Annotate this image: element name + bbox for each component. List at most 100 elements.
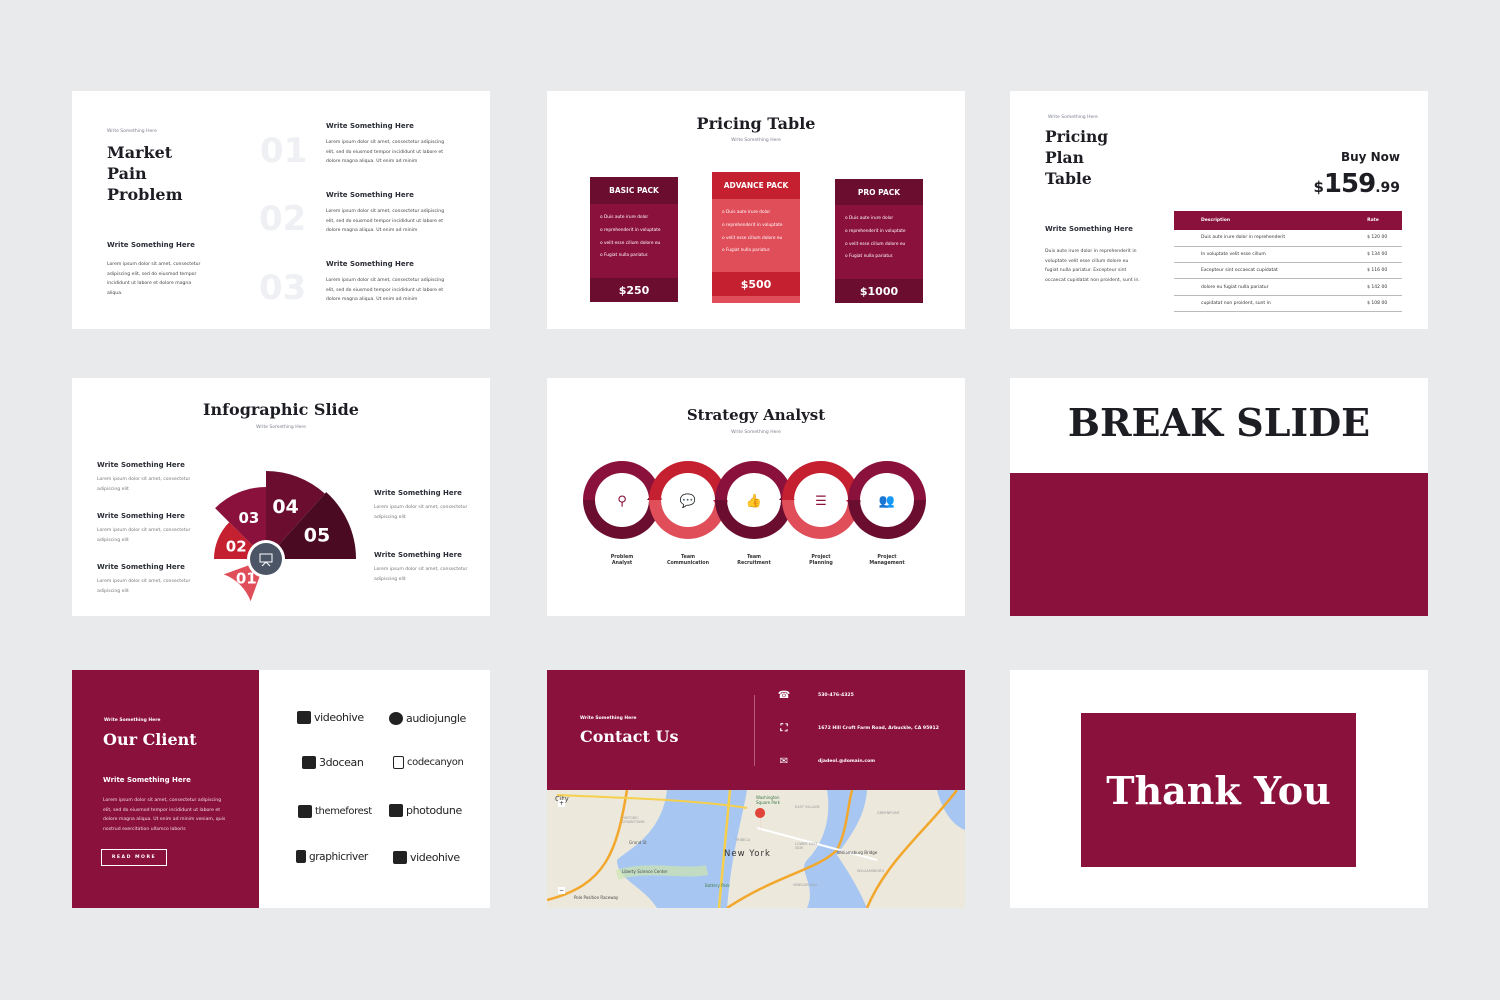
step-label: Team Communication <box>658 555 718 567</box>
client-logo[interactable]: videohive <box>297 711 364 724</box>
codecanyon-icon <box>393 756 404 769</box>
zoom-in-button[interactable]: + <box>558 800 565 807</box>
slide-pricing-table[interactable]: Pricing Table Write Something Here BASIC… <box>547 91 965 329</box>
videohive-icon <box>297 711 311 724</box>
strategy-ring: 👥 <box>848 461 926 539</box>
logo-text: 3docean <box>319 756 364 769</box>
title-line: Plan <box>1045 148 1084 167</box>
cell: $ 134 00 <box>1367 246 1402 264</box>
pricing-card-basic[interactable]: BASIC PACK Duis aute irure dolor reprehe… <box>590 177 678 302</box>
map-icon: ⛶ <box>780 723 788 734</box>
cell: $ 108 00 <box>1367 295 1402 312</box>
title-line: Market <box>107 143 173 162</box>
client-logo[interactable]: videohive <box>393 851 460 864</box>
client-logo[interactable]: 3docean <box>302 756 364 769</box>
slide-infographic[interactable]: Infographic Slide Write Something Here W… <box>72 378 490 616</box>
item-heading: Write Something Here <box>326 122 414 130</box>
item-number: 03 <box>259 268 307 308</box>
client-logo[interactable]: photodune <box>389 804 462 817</box>
slide-thank-you[interactable]: Thank You <box>1010 670 1428 908</box>
price: $ 159 .99 <box>1313 169 1400 199</box>
slide-title: Our Client <box>103 730 197 749</box>
slide-our-client[interactable]: Write Something Here Our Client Write So… <box>72 670 490 908</box>
label-line: Planning <box>809 561 833 566</box>
map-label: Williamsburg Bridge <box>837 850 878 855</box>
pricing-card-pro[interactable]: PRO PACK Duis aute irure dolor reprehend… <box>835 179 923 303</box>
client-logo[interactable]: graphicriver <box>296 850 368 863</box>
slide-strategy-analyst[interactable]: Strategy Analyst Write Something Here ⚲ 💬… <box>547 378 965 616</box>
slide-title: Market Pain Problem <box>107 142 183 205</box>
feature: velit esse cillum dolore eu <box>722 233 800 246</box>
subtitle: Write Something Here <box>731 138 781 143</box>
thumbs-up-icon: 👍 <box>746 493 762 509</box>
step-label: Project Planning <box>791 555 851 567</box>
pricing-card-advance[interactable]: ADVANCE PACK Duis aute irure dolor repre… <box>712 172 800 303</box>
slide-contact-us[interactable]: Write Something Here Contact Us ☎ 530-476… <box>547 670 965 908</box>
logo-text: videohive <box>314 711 364 724</box>
slide-title: Pricing Plan Table <box>1045 126 1108 189</box>
slide-break[interactable]: BREAK SLIDE <box>1010 378 1428 616</box>
map-label: EAST VILLAGE <box>795 805 820 809</box>
location-pin-icon <box>755 808 766 835</box>
slide-market-pain-problem[interactable]: Write Something Here Market Pain Problem… <box>72 91 490 329</box>
body-text: Lorem ipsum dolor sit amet, consectetur … <box>103 798 226 832</box>
map-label: VINEGAR HILL <box>793 883 818 887</box>
divider <box>754 695 755 766</box>
list-card-icon: ☰ <box>815 494 827 509</box>
cell: In voluptate velit esse cillum <box>1174 246 1368 264</box>
feature: Duis aute irure dolor <box>845 213 923 226</box>
crimson-band <box>1010 473 1428 616</box>
photodune-icon <box>389 804 403 817</box>
phone-number[interactable]: 530-476-4325 <box>818 693 854 698</box>
item-text: Lorem ipsum dolor sit amet, consectetur … <box>326 278 445 302</box>
client-logo[interactable]: themeforest <box>298 805 372 818</box>
table-row: dolore eu fugiat nulla pariatur $ 142 00 <box>1174 278 1402 296</box>
map-label: Battery Park <box>705 883 730 888</box>
price-currency: $ <box>1313 178 1324 196</box>
sub-heading: Write Something Here <box>107 241 195 249</box>
phone-row: ☎ 530-476-4325 <box>777 690 854 701</box>
mail-icon: ✉ <box>779 756 789 767</box>
cell: Duis aute irure dolor in reprehenderit <box>1174 230 1368 247</box>
label-line: Management <box>869 561 905 566</box>
feature: velit esse cillum dolore eu <box>845 239 923 252</box>
read-more-button[interactable]: READ MORE <box>101 849 167 866</box>
segment-number: 04 <box>272 496 298 518</box>
pack-price: $250 <box>590 278 678 302</box>
kicker: Write Something Here <box>580 716 637 721</box>
contact-panel: Write Something Here Contact Us ☎ 530-476… <box>547 670 965 790</box>
email-row: ✉ djadeol.@domain.com <box>777 756 875 767</box>
pack-name: PRO PACK <box>835 179 923 205</box>
cell: $ 142 00 <box>1367 278 1402 296</box>
feature: Fugiat nulla pariatur. <box>845 251 923 264</box>
kicker: Write Something Here <box>1048 115 1098 120</box>
title-line: Table <box>1045 169 1092 188</box>
title-line: Problem <box>107 185 183 204</box>
pack-price: $500 <box>712 272 800 296</box>
table-row: cupidatat non proident, sunt in $ 108 00 <box>1174 295 1402 312</box>
client-panel: Write Something Here Our Client Write So… <box>72 670 259 908</box>
table-row: Excepteur sint occaecat cupidatat $ 116 0… <box>1174 262 1402 280</box>
slide-pricing-plan-table[interactable]: Write Something Here Pricing Plan Table … <box>1010 91 1428 329</box>
client-logo[interactable]: codecanyon <box>393 756 464 769</box>
slide-title: Thank You <box>1106 767 1331 813</box>
map[interactable]: City Washington Square Park EAST VILLAGE… <box>547 789 965 908</box>
map-label: LOWER EAST SIDE <box>795 842 818 850</box>
client-logo[interactable]: audiojungle <box>389 712 466 725</box>
feature: Fugiat nulla pariatur. <box>722 245 800 258</box>
fan-infographic: 010203 0405 <box>214 471 356 602</box>
map-label: Washington Square Park <box>756 795 780 805</box>
cell: $ 116 00 <box>1367 262 1402 280</box>
3docean-icon <box>302 756 316 769</box>
title-line: Pain <box>107 164 147 183</box>
map-label: Grand St <box>629 840 647 845</box>
cell: dolore eu fugiat nulla pariatur <box>1174 278 1368 296</box>
zoom-out-button[interactable]: − <box>558 887 565 894</box>
feature: reprehenderit in voluptate <box>600 225 678 238</box>
email[interactable]: djadeol.@domain.com <box>818 759 875 764</box>
segment-number: 03 <box>238 509 259 527</box>
cell: cupidatat non proident, sunt in <box>1174 295 1368 312</box>
address-row: ⛶ 1672 Hill Croft Farm Road, Arbuckle, CA… <box>777 723 939 734</box>
slide-title: Pricing Table <box>696 114 816 133</box>
logo-text: graphicriver <box>309 850 368 863</box>
